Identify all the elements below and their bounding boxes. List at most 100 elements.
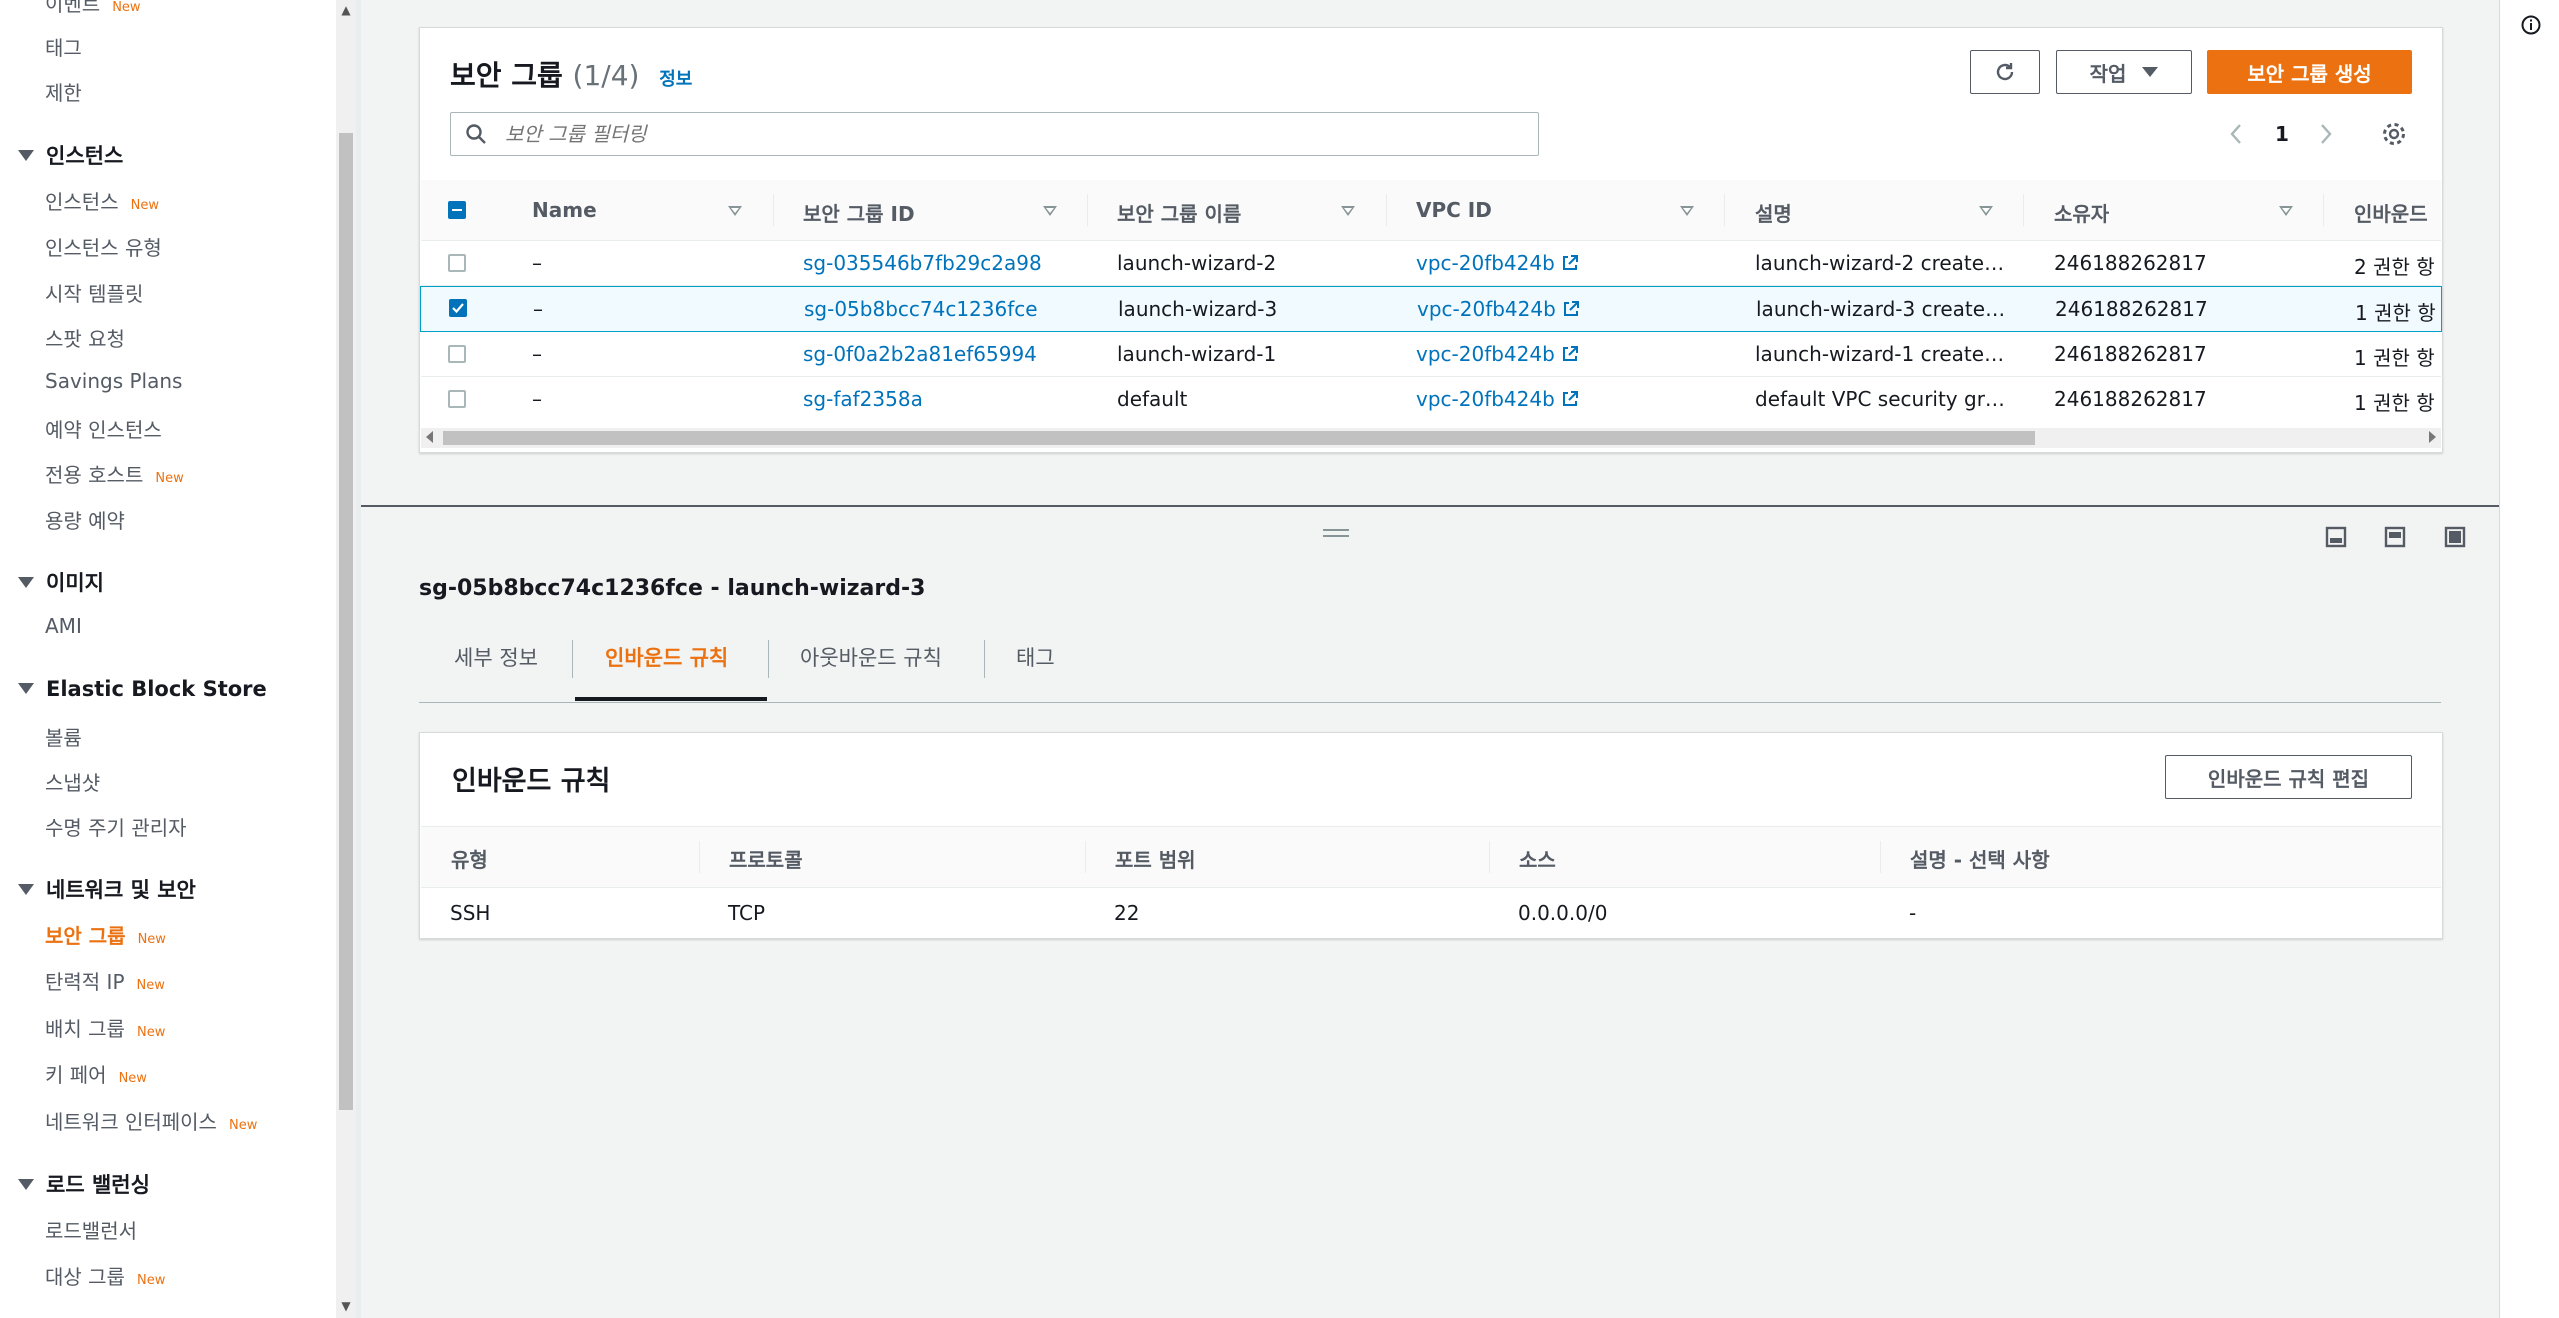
sidebar-item-placement-groups[interactable]: 배치 그룹 New (45, 1013, 165, 1042)
row-checkbox[interactable] (448, 390, 466, 408)
search-field[interactable] (503, 121, 1407, 147)
create-security-group-button[interactable]: 보안 그룹 생성 (2207, 50, 2412, 94)
sort-icon[interactable] (1979, 206, 1993, 216)
column-header-source: 소스 (1519, 848, 1556, 872)
cell-owner: 246188262817 (2055, 297, 2208, 321)
vpc-id-link[interactable]: vpc-20fb424b (1416, 387, 1579, 411)
external-link-icon (1562, 390, 1578, 406)
sidebar-item-limits[interactable]: 제한 (45, 77, 82, 106)
drag-handle-icon[interactable] (1323, 528, 1349, 538)
scroll-down-arrow-icon[interactable]: ▼ (336, 1296, 356, 1316)
sort-icon[interactable] (728, 206, 742, 216)
panel-side-icon[interactable] (2384, 526, 2406, 548)
column-header-sg-name[interactable]: 보안 그룹 이름 (1117, 198, 1241, 227)
sidebar-item-security-groups[interactable]: 보안 그룹 New (45, 920, 166, 949)
panel-bottom-icon[interactable] (2325, 526, 2347, 548)
sort-icon[interactable] (1043, 206, 1057, 216)
edit-inbound-rules-button[interactable]: 인바운드 규칙 편집 (2165, 755, 2412, 799)
vpc-id-link[interactable]: vpc-20fb424b (1417, 297, 1580, 321)
sidebar-item-tags[interactable]: 태그 (45, 32, 82, 61)
scroll-up-arrow-icon[interactable]: ▲ (336, 0, 356, 20)
vpc-id-link[interactable]: vpc-20fb424b (1416, 342, 1579, 366)
select-all-checkbox[interactable] (448, 201, 466, 219)
sidebar-item-events[interactable]: 이벤트 New (45, 0, 141, 17)
sidebar-item-elastic-ips[interactable]: 탄력적 IP New (45, 966, 165, 995)
sidebar: 이벤트 New 태그 제한 인스턴스 인스턴스 New 인스턴스 유형 시작 템플릿… (0, 0, 336, 1318)
section-network-security[interactable]: 네트워크 및 보안 (18, 874, 196, 904)
table-row[interactable]: – sg-0f0a2b2a81ef65994 launch-wizard-1 v… (421, 332, 2441, 377)
section-instances[interactable]: 인스턴스 (18, 140, 123, 170)
column-header-protocol: 프로토콜 (729, 848, 803, 872)
sg-id-link[interactable]: sg-faf2358a (803, 387, 923, 411)
sidebar-item-dedicated-hosts[interactable]: 전용 호스트 New (45, 459, 184, 488)
horizontal-scroll-thumb[interactable] (443, 431, 2035, 445)
sidebar-item-savings-plans[interactable]: Savings Plans (45, 369, 182, 393)
detail-title: sg-05b8bcc74c1236fce - launch-wizard-3 (419, 576, 926, 601)
section-images[interactable]: 이미지 (18, 567, 104, 597)
table-row[interactable]: – sg-035546b7fb29c2a98 launch-wizard-2 v… (421, 241, 2441, 286)
sidebar-item-capacity-reservations[interactable]: 용량 예약 (45, 505, 125, 534)
inbound-rules-panel: 인바운드 규칙 인바운드 규칙 편집 유형 프로토콜 포트 범위 소스 설명 -… (419, 732, 2443, 939)
table-row-selected[interactable]: – sg-05b8bcc74c1236fce launch-wizard-3 v… (420, 286, 2442, 332)
settings-gear-icon[interactable] (2381, 121, 2407, 151)
sidebar-item-key-pairs[interactable]: 키 페어 New (45, 1059, 147, 1088)
sidebar-item-snapshots[interactable]: 스냅샷 (45, 767, 100, 796)
column-header-vpc-id[interactable]: VPC ID (1416, 198, 1492, 222)
next-page-icon[interactable] (2318, 122, 2334, 150)
sort-icon[interactable] (2279, 206, 2293, 216)
previous-page-icon[interactable] (2228, 122, 2244, 150)
sidebar-item-instances[interactable]: 인스턴스 New (45, 186, 159, 215)
panel-fullscreen-icon[interactable] (2444, 526, 2466, 548)
sidebar-item-lifecycle-manager[interactable]: 수명 주기 관리자 (45, 812, 187, 841)
vpc-id-link[interactable]: vpc-20fb424b (1416, 251, 1579, 275)
caret-down-icon (18, 1178, 34, 1190)
sidebar-scroll-thumb[interactable] (339, 133, 353, 1110)
cell-sg-name: default (1117, 387, 1188, 411)
cell-description: launch-wizard-3 create… (1756, 297, 2006, 321)
sg-id-link[interactable]: sg-035546b7fb29c2a98 (803, 251, 1042, 275)
sidebar-item-spot-requests[interactable]: 스팟 요청 (45, 323, 125, 352)
selection-count: (1/4) (572, 59, 640, 92)
sidebar-item-network-interfaces[interactable]: 네트워크 인터페이스 New (45, 1106, 257, 1135)
sidebar-item-target-groups[interactable]: 대상 그룹 New (45, 1261, 165, 1290)
sort-icon[interactable] (1341, 206, 1355, 216)
security-groups-panel: 보안 그룹 (1/4) 정보 작업 보안 그룹 생성 1 Name 보안 그룹 … (419, 27, 2443, 453)
row-checkbox[interactable] (448, 254, 466, 272)
tab-inbound-rules[interactable]: 인바운드 규칙 (605, 642, 728, 672)
split-panel-divider[interactable] (361, 505, 2499, 507)
section-load-balancing[interactable]: 로드 밸런싱 (18, 1169, 150, 1199)
sg-id-link[interactable]: sg-0f0a2b2a81ef65994 (803, 342, 1037, 366)
refresh-button[interactable] (1970, 50, 2040, 94)
sg-id-link[interactable]: sg-05b8bcc74c1236fce (804, 297, 1038, 321)
cell-inbound: 2 권한 항 (2354, 255, 2435, 279)
sidebar-item-instance-types[interactable]: 인스턴스 유형 (45, 232, 162, 261)
cell-inbound: 1 권한 항 (2354, 346, 2435, 370)
tab-tags[interactable]: 태그 (1016, 642, 1055, 672)
row-checkbox[interactable] (448, 345, 466, 363)
sidebar-item-launch-templates[interactable]: 시작 템플릿 (45, 278, 143, 307)
sort-icon[interactable] (1680, 206, 1694, 216)
sidebar-item-volumes[interactable]: 볼륨 (45, 722, 82, 751)
new-badge: New (112, 0, 141, 15)
sidebar-item-reserved-instances[interactable]: 예약 인스턴스 (45, 414, 162, 443)
column-header-name[interactable]: Name (532, 198, 597, 222)
column-header-description[interactable]: 설명 (1755, 198, 1792, 227)
sidebar-item-ami[interactable]: AMI (45, 614, 82, 638)
search-input[interactable] (450, 112, 1539, 156)
page-number[interactable]: 1 (2275, 122, 2289, 146)
tab-details[interactable]: 세부 정보 (454, 642, 538, 672)
tab-outbound-rules[interactable]: 아웃바운드 규칙 (800, 642, 942, 672)
caret-down-icon (18, 682, 34, 694)
info-icon[interactable] (2521, 15, 2541, 35)
table-row[interactable]: – sg-faf2358a default vpc-20fb424b defau… (421, 377, 2441, 421)
actions-dropdown[interactable]: 작업 (2056, 50, 2192, 94)
column-header-owner[interactable]: 소유자 (2054, 198, 2109, 227)
section-ebs[interactable]: Elastic Block Store (18, 677, 267, 701)
scroll-right-arrow-icon[interactable] (2429, 431, 2436, 443)
row-checkbox[interactable] (449, 299, 467, 317)
scroll-left-arrow-icon[interactable] (426, 431, 433, 443)
column-header-sg-id[interactable]: 보안 그룹 ID (803, 198, 915, 227)
sidebar-item-load-balancers[interactable]: 로드밸런서 (45, 1215, 137, 1244)
column-header-inbound[interactable]: 인바운드 (2354, 198, 2440, 227)
info-link[interactable]: 정보 (659, 69, 692, 90)
